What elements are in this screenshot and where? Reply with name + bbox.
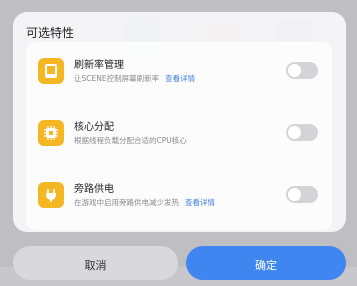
feature-row-refresh-rate: 刷新率管理 让SCENE控制屏幕刷新率 查看详情 <box>26 52 332 92</box>
feature-title: 核心分配 <box>74 122 114 133</box>
feature-title: 刷新率管理 <box>74 60 124 71</box>
feature-description: 让SCENE控制屏幕刷新率 查看详情 <box>74 73 195 84</box>
core-allocation-toggle[interactable] <box>286 124 318 141</box>
feature-title: 旁路供电 <box>74 184 114 195</box>
display-icon <box>38 58 64 84</box>
refresh-rate-toggle[interactable] <box>286 62 318 79</box>
bypass-charging-toggle[interactable] <box>286 186 318 203</box>
feature-description-text: 让SCENE控制屏幕刷新率 <box>74 74 160 83</box>
features-card: 刷新率管理 让SCENE控制屏幕刷新率 查看详情 核心分配 根据线程负载分配合适的… <box>26 42 332 230</box>
cpu-icon <box>38 120 64 146</box>
cancel-button[interactable]: 取消 <box>13 246 178 280</box>
feature-row-core-allocation: 核心分配 根据线程负载分配合适的CPU核心 <box>26 114 332 154</box>
details-link[interactable]: 查看详情 <box>165 74 195 83</box>
feature-description-text: 根据线程负载分配合适的CPU核心 <box>74 136 187 145</box>
feature-description-text: 在游戏中启用旁路供电减少发热 <box>74 198 179 207</box>
feature-description: 在游戏中启用旁路供电减少发热 查看详情 <box>74 197 215 208</box>
dialog-title: 可选特性 <box>26 26 75 40</box>
plug-icon <box>38 182 64 208</box>
confirm-button[interactable]: 确定 <box>186 246 346 280</box>
feature-row-bypass-charging: 旁路供电 在游戏中启用旁路供电减少发热 查看详情 <box>26 176 332 216</box>
feature-description: 根据线程负载分配合适的CPU核心 <box>74 135 187 146</box>
optional-features-dialog: 可选特性 刷新率管理 让SCENE控制屏幕刷新率 查看详情 核心分配 根据线程负… <box>13 12 346 232</box>
details-link[interactable]: 查看详情 <box>185 198 215 207</box>
